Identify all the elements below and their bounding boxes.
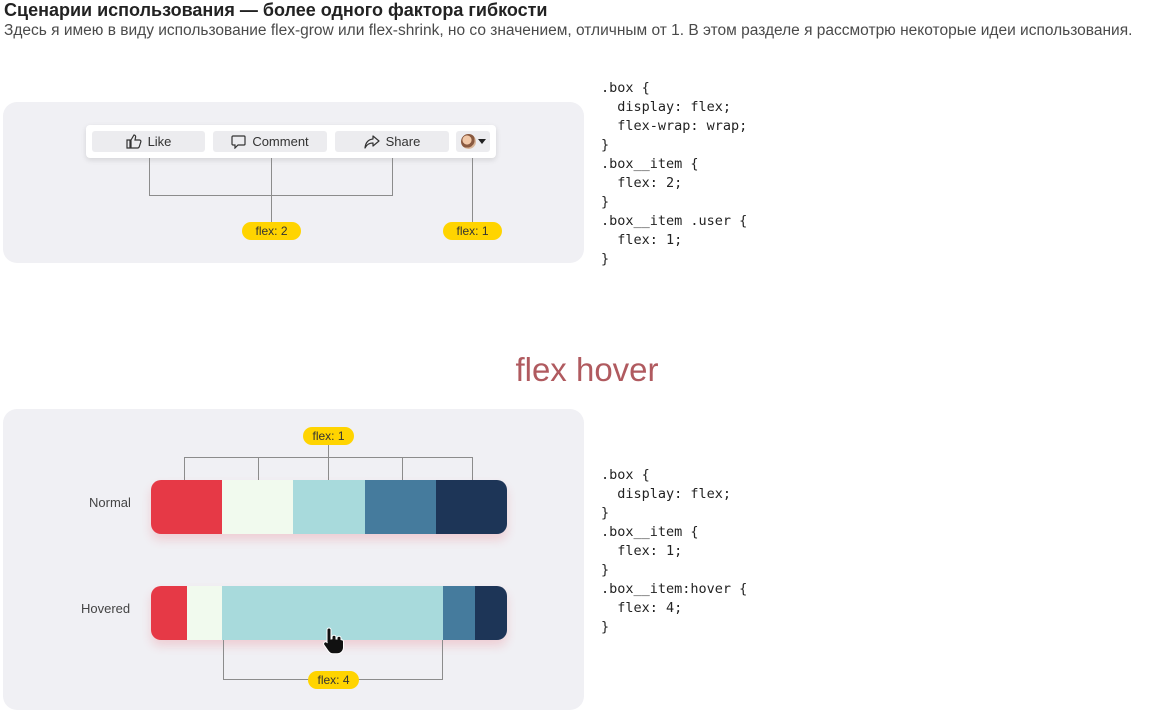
like-label: Like [147, 134, 172, 149]
flex-item-segment [474, 586, 507, 640]
action-bar: Like Comment Share [86, 125, 496, 158]
flex-1-badge: flex: 1 [443, 222, 502, 240]
flex-item-segment [222, 480, 294, 534]
comment-icon [231, 134, 246, 149]
share-button[interactable]: Share [335, 131, 449, 152]
flex-2-badge: flex: 2 [242, 222, 301, 240]
connector-line [271, 158, 272, 222]
normal-label: Normal [89, 495, 131, 510]
connector-line [328, 457, 329, 480]
connector-line [223, 640, 224, 679]
hovered-label: Hovered [81, 601, 131, 616]
share-icon [364, 134, 380, 149]
user-menu-button[interactable] [456, 131, 490, 152]
caret-down-icon [478, 139, 486, 144]
connector-line [149, 158, 150, 195]
page-description: Здесь я имею в виду использование flex-g… [4, 22, 1133, 39]
flex-item-segment [442, 586, 475, 640]
section-heading: flex hover [515, 351, 659, 388]
flex-item-segment [151, 480, 223, 534]
connector-line [184, 457, 185, 480]
hand-pointer-icon [321, 626, 347, 661]
connector-line [472, 158, 473, 222]
flex-4-badge: flex: 4 [308, 671, 359, 689]
page-title: Сценарии использования — более одного фа… [4, 0, 548, 20]
comment-label: Comment [252, 134, 309, 149]
comment-button[interactable]: Comment [213, 131, 327, 152]
code-block-1: .box { display: flex; flex-wrap: wrap; }… [601, 80, 748, 267]
flex-item-segment [435, 480, 507, 534]
normal-flex-bar [151, 480, 507, 534]
connector-line [442, 640, 443, 679]
flex-item-segment [293, 480, 365, 534]
code-block-2: .box { display: flex; } .box__item { fle… [601, 467, 748, 635]
example2-illustration [3, 409, 584, 710]
flex-item-segment [364, 480, 436, 534]
share-label: Share [385, 134, 421, 149]
flex-item-segment [151, 586, 187, 640]
flex-item-segment [186, 586, 223, 640]
flex-1-badge: flex: 1 [303, 427, 354, 445]
connector-line [258, 457, 259, 480]
connector-line [392, 158, 393, 195]
thumbs-up-icon [125, 134, 142, 149]
connector-line [402, 457, 403, 480]
connector-line [472, 457, 473, 480]
avatar-icon [461, 134, 476, 149]
like-button[interactable]: Like [92, 131, 205, 152]
connector-line [328, 445, 329, 457]
